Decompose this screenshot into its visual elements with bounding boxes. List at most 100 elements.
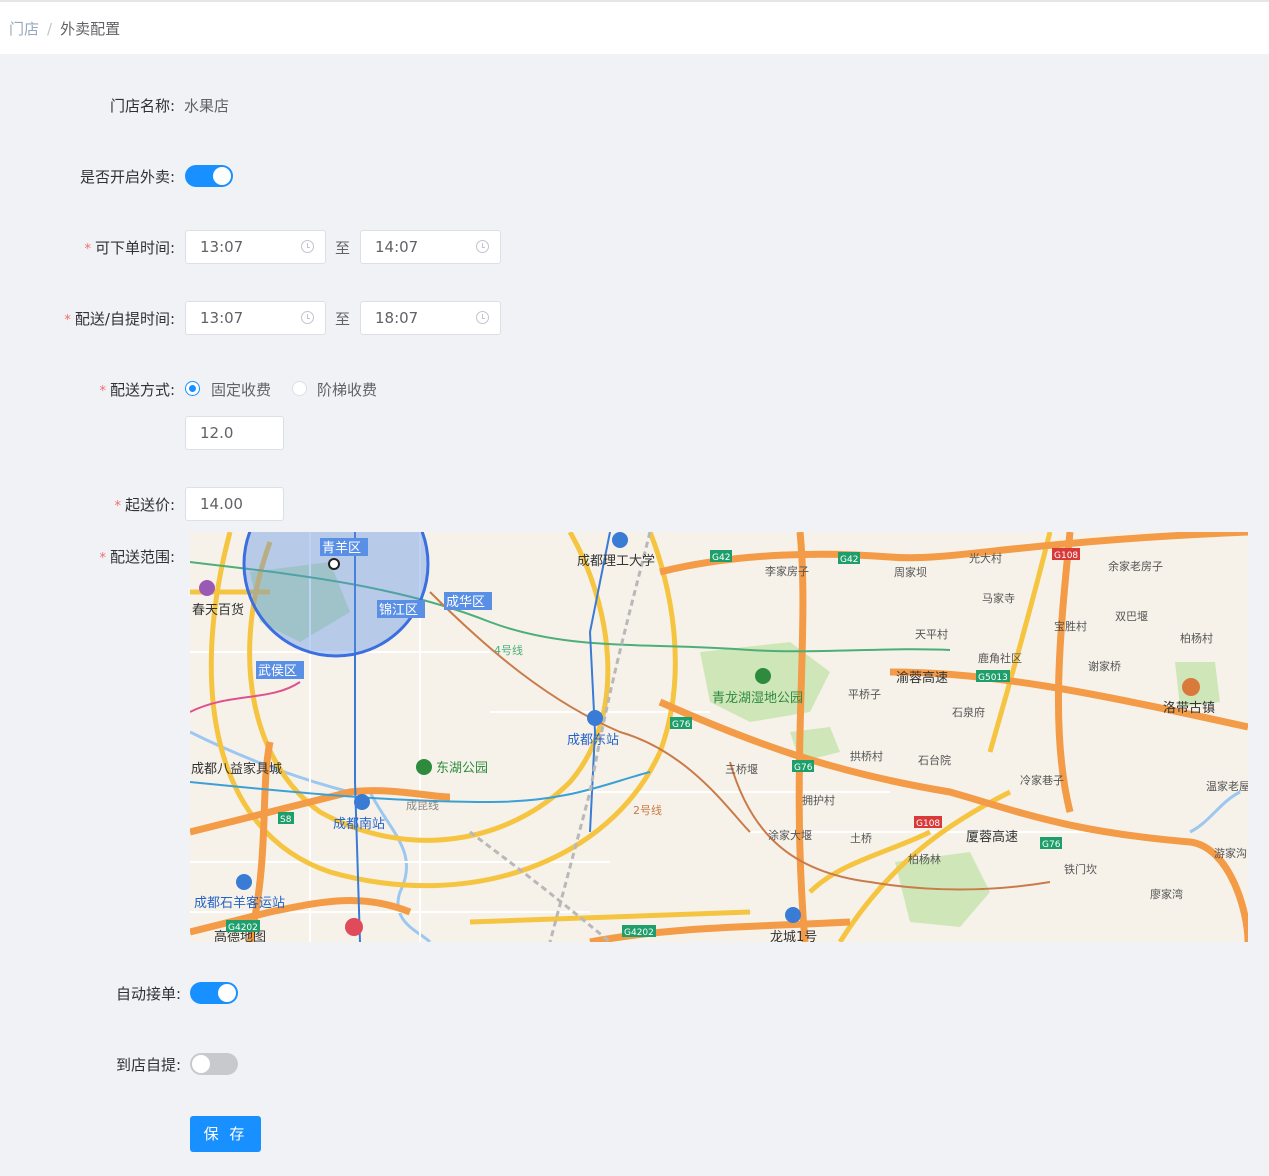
- station-pin-icon: [354, 794, 370, 810]
- switch-knob: [213, 167, 231, 185]
- map-label-guangda: 光大村: [969, 551, 1002, 565]
- map-label-shitai: 石台院: [918, 753, 951, 767]
- map-label-luodai: 洛带古镇: [1163, 701, 1215, 716]
- map-label-sanqiao: 三桥堰: [725, 763, 758, 776]
- map-label-xiejia: 谢家桥: [1088, 659, 1121, 673]
- save-button[interactable]: 保 存: [190, 1116, 261, 1152]
- building-pin-icon: [785, 907, 801, 923]
- park-pin-icon: [416, 759, 432, 775]
- order-time-start-picker[interactable]: 13:07: [185, 230, 326, 264]
- map-label-gongqiao: 拱桥村: [850, 749, 883, 763]
- map-label-bailin: 柏杨林: [908, 852, 941, 866]
- map-label-longcheng: 龙城1号: [770, 930, 817, 942]
- delivery-range-map[interactable]: 青羊区 锦江区 成华区 武侯区 成都理工大学 春天百货 成都东站 成都南站 东湖…: [190, 532, 1248, 942]
- map-label-shiquan: 石泉府: [952, 705, 985, 719]
- radio-tiered-fee[interactable]: [292, 381, 307, 396]
- order-time-end-picker[interactable]: 14:07: [360, 230, 501, 264]
- map-village-labels: 光大村 余家老房子 马家寺 双巴堰 天平村 鹿角社区 谢家桥 柏杨村 宝胜村 平…: [406, 551, 1248, 901]
- delivery-time-start-value: 13:07: [200, 309, 244, 327]
- map-label-line4: 4号线: [494, 643, 523, 657]
- delivery-time-end-picker[interactable]: 18:07: [360, 301, 501, 335]
- map-label-liaojia: 廖家湾: [1150, 887, 1183, 901]
- map-label-shiyang: 成都石羊客运站: [194, 895, 285, 911]
- map-label-dongpark: 东湖公园: [436, 761, 488, 776]
- breadcrumb-separator: /: [47, 20, 53, 38]
- self-pickup-label: 到店自提:: [115, 1056, 181, 1074]
- required-asterisk: *: [99, 551, 106, 566]
- map-label-zhoujia: 周家坝: [894, 565, 927, 579]
- store-name-value: 水果店: [184, 97, 230, 115]
- map-label-tuqiao: 土桥: [850, 832, 872, 845]
- clock-icon: [301, 240, 314, 253]
- landmark-pin-icon: [1182, 678, 1200, 696]
- radio-fixed-fee[interactable]: [185, 381, 200, 396]
- map-shield-s8: S8: [280, 815, 292, 825]
- delivery-fee-value: 12.0: [200, 424, 234, 442]
- self-pickup-switch[interactable]: [190, 1053, 238, 1075]
- map-railways: [469, 532, 652, 942]
- map-label-jinjiang: 锦江区: [379, 603, 418, 618]
- map-shield-g42: G42: [712, 553, 730, 563]
- enable-delivery-label: 是否开启外卖:: [79, 168, 175, 186]
- map-label-wenjia: 温家老屋: [1206, 779, 1248, 793]
- map-shield-g42: G42: [840, 555, 858, 565]
- map-label-youjia: 游家沟: [1214, 846, 1247, 860]
- delivery-time-to-label: 至: [335, 310, 351, 328]
- map-label-lujiao: 鹿角社区: [978, 651, 1022, 665]
- map-shield-g108: G108: [1054, 551, 1078, 561]
- map-label-qinglong: 青龙湖湿地公园: [712, 691, 803, 706]
- breadcrumb-home-link[interactable]: 门店: [9, 20, 39, 38]
- map-label-baiyang: 柏杨村: [1180, 631, 1213, 645]
- star-pin-icon: [345, 918, 363, 936]
- delivery-time-end-value: 18:07: [375, 309, 419, 327]
- map-label-baosheng: 宝胜村: [1054, 619, 1087, 633]
- min-price-input[interactable]: 14.00: [185, 487, 284, 521]
- auto-accept-switch[interactable]: [190, 982, 238, 1004]
- map-label-yujia: 余家老房子: [1108, 559, 1163, 573]
- map-label-shuangba: 双巴堰: [1115, 610, 1148, 623]
- map-label-bapan: 成都八益家具城: [191, 761, 282, 777]
- delivery-method-label: * 配送方式:: [99, 381, 175, 399]
- auto-accept-label: 自动接单:: [115, 985, 181, 1003]
- map-shield-g5013: G5013: [978, 673, 1008, 683]
- map-label-qingyang: 青羊区: [322, 540, 361, 556]
- map-water: [190, 730, 1241, 942]
- map-label-tiemen: 铁门坎: [1064, 862, 1097, 876]
- map-shield-g4202: G4202: [228, 923, 258, 933]
- clock-icon: [476, 240, 489, 253]
- map-shield-g76: G76: [672, 720, 691, 730]
- min-price-value: 14.00: [200, 495, 243, 513]
- map-label-wuhou: 武侯区: [258, 664, 297, 679]
- radio-fixed-fee-label[interactable]: 固定收费: [211, 379, 271, 400]
- clock-icon: [476, 311, 489, 324]
- map-label-lijia: 李家房子: [765, 564, 809, 578]
- radio-tiered-fee-label[interactable]: 阶梯收费: [317, 379, 377, 400]
- clock-icon: [301, 311, 314, 324]
- map-shield-g76: G76: [794, 763, 813, 773]
- delivery-fee-input[interactable]: 12.0: [185, 416, 284, 450]
- store-name-label: 门店名称:: [109, 97, 175, 115]
- map-label-lengjia: 冷家巷子: [1020, 773, 1064, 787]
- map-label-tujia: 涂家大堰: [768, 828, 812, 842]
- required-asterisk: *: [64, 313, 71, 328]
- switch-knob: [192, 1055, 210, 1073]
- order-time-to-label: 至: [335, 239, 351, 257]
- delivery-time-start-picker[interactable]: 13:07: [185, 301, 326, 335]
- map-shield-g4202: G4202: [624, 928, 654, 938]
- map-label-dongzhan: 成都东站: [567, 733, 619, 748]
- required-asterisk: *: [114, 499, 121, 514]
- map-label-xiarong: 厦蓉高速: [966, 829, 1018, 845]
- map-label-yurong: 渝蓉高速: [896, 670, 948, 686]
- delivery-time-label: * 配送/自提时间:: [64, 310, 175, 328]
- map-label-yonghu: 拥护村: [802, 793, 835, 807]
- store-location-marker[interactable]: [328, 558, 340, 570]
- delivery-range-label: * 配送范围:: [99, 548, 175, 566]
- station-pin-icon: [587, 710, 603, 726]
- map-label-majia: 马家寺: [982, 591, 1015, 605]
- map-label-nanzhan: 成都南站: [333, 816, 385, 832]
- top-navbar: 门店 / 外卖配置: [0, 0, 1269, 54]
- enable-delivery-switch[interactable]: [185, 165, 233, 187]
- map-shield-g76: G76: [1042, 840, 1061, 850]
- school-pin-icon: [612, 532, 628, 548]
- order-time-start-value: 13:07: [200, 238, 244, 256]
